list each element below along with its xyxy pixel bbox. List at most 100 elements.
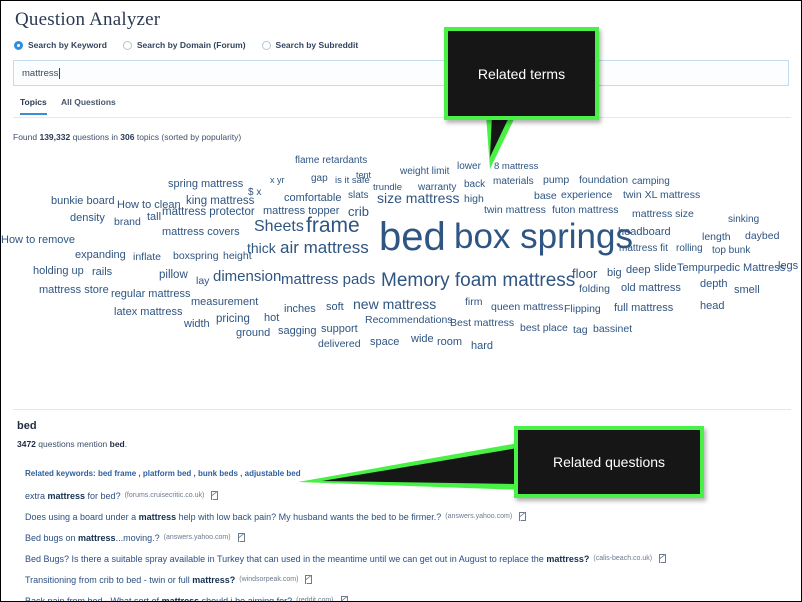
- word-cloud-term[interactable]: support: [321, 324, 358, 335]
- bookmark-icon[interactable]: [659, 554, 667, 563]
- radio-button-icon[interactable]: [122, 40, 132, 50]
- word-cloud-term[interactable]: mattress protector: [162, 206, 255, 219]
- word-cloud-term[interactable]: frame: [306, 215, 360, 236]
- word-cloud-term[interactable]: top bunk: [712, 246, 750, 256]
- search-mode-option-2[interactable]: Search by Subreddit: [261, 40, 358, 50]
- word-cloud-term[interactable]: camping: [632, 177, 670, 187]
- word-cloud-term[interactable]: daybed: [745, 231, 779, 242]
- word-cloud-term[interactable]: ground: [236, 328, 270, 339]
- word-cloud-term[interactable]: Sheets: [254, 219, 304, 235]
- word-cloud-term[interactable]: mattress store: [39, 285, 109, 296]
- word-cloud-term[interactable]: experience: [561, 190, 612, 201]
- word-cloud-term[interactable]: twin mattress: [484, 205, 546, 216]
- bookmark-icon[interactable]: [519, 512, 527, 521]
- word-cloud-term[interactable]: How to remove: [1, 235, 75, 246]
- word-cloud-term[interactable]: deep: [626, 265, 650, 276]
- word-cloud-term[interactable]: old mattress: [621, 283, 681, 294]
- word-cloud-term[interactable]: firm: [465, 297, 483, 308]
- word-cloud-term[interactable]: hard: [471, 341, 493, 352]
- word-cloud-term[interactable]: smell: [734, 285, 760, 296]
- word-cloud-term[interactable]: regular mattress: [111, 289, 190, 300]
- word-cloud-term[interactable]: boxspring: [173, 251, 219, 262]
- word-cloud-term[interactable]: latex mattress: [114, 307, 182, 318]
- tab-all-questions[interactable]: All Questions: [61, 97, 116, 113]
- word-cloud-term[interactable]: space: [370, 337, 399, 348]
- word-cloud-term[interactable]: futon mattress: [552, 205, 619, 216]
- word-cloud-term[interactable]: pump: [543, 175, 569, 186]
- word-cloud-term[interactable]: sinking: [728, 215, 759, 225]
- word-cloud-term[interactable]: tag: [573, 325, 588, 336]
- word-cloud-term[interactable]: full mattress: [614, 303, 673, 314]
- word-cloud-term[interactable]: gap: [311, 174, 328, 184]
- word-cloud-term[interactable]: delivered: [318, 339, 361, 350]
- word-cloud-term[interactable]: thick: [247, 241, 276, 255]
- word-cloud-term[interactable]: width: [184, 319, 210, 330]
- word-cloud-term[interactable]: base: [534, 191, 557, 202]
- related-keywords-line[interactable]: Related keywords: bed frame , platform b…: [25, 469, 301, 478]
- word-cloud-term[interactable]: Recommendations: [365, 315, 453, 326]
- word-cloud-term[interactable]: soft: [326, 302, 344, 313]
- word-cloud-term[interactable]: slide: [654, 263, 677, 274]
- word-cloud-term[interactable]: folding: [579, 284, 610, 295]
- question-list-item[interactable]: Bed bugs on mattress...moving.? (answers.…: [25, 527, 785, 548]
- word-cloud-term[interactable]: dimension: [213, 269, 281, 284]
- word-cloud-term[interactable]: hot: [264, 313, 279, 324]
- word-cloud-term[interactable]: slats: [348, 191, 369, 201]
- radio-button-icon[interactable]: [14, 40, 23, 50]
- word-cloud-term[interactable]: bassinet: [593, 324, 632, 335]
- word-cloud-term[interactable]: air mattress: [280, 239, 369, 256]
- word-cloud-term[interactable]: bunkie board: [51, 196, 115, 207]
- word-cloud-term[interactable]: wide: [411, 334, 434, 345]
- word-cloud-term[interactable]: mattress covers: [162, 227, 240, 238]
- bookmark-icon[interactable]: [237, 533, 245, 542]
- word-cloud-term[interactable]: mattress fit: [619, 244, 668, 254]
- bookmark-icon[interactable]: [305, 575, 313, 584]
- word-cloud-term[interactable]: pillow: [159, 269, 188, 282]
- word-cloud-term[interactable]: comfortable: [284, 193, 341, 204]
- word-cloud-term[interactable]: brand: [114, 217, 141, 228]
- bookmark-icon[interactable]: [211, 491, 219, 500]
- word-cloud-term[interactable]: mattress size: [632, 209, 694, 220]
- word-cloud-term[interactable]: inches: [284, 304, 316, 315]
- search-mode-option-1[interactable]: Search by Domain (Forum): [122, 40, 246, 50]
- word-cloud-term[interactable]: Flipping: [564, 304, 601, 315]
- word-cloud-term[interactable]: rails: [92, 267, 112, 278]
- word-cloud-term[interactable]: back: [464, 180, 485, 190]
- word-cloud-term[interactable]: Memory foam mattress: [381, 271, 575, 290]
- word-cloud-term[interactable]: mattress pads: [281, 272, 375, 287]
- bookmark-icon[interactable]: [340, 596, 348, 601]
- word-cloud-term[interactable]: tall: [147, 212, 161, 223]
- word-cloud-term[interactable]: lay: [196, 276, 209, 287]
- word-cloud-term[interactable]: Tempurpedic Mattress: [677, 263, 785, 274]
- word-cloud-term[interactable]: length: [702, 232, 731, 243]
- word-cloud-term[interactable]: box springs: [454, 219, 633, 254]
- question-list-item[interactable]: Bed Bugs? Is there a suitable spray avai…: [25, 548, 785, 569]
- word-cloud-term[interactable]: high: [464, 194, 484, 205]
- word-cloud-term[interactable]: Best mattress: [450, 318, 514, 329]
- word-cloud-term[interactable]: queen mattress: [491, 302, 563, 313]
- word-cloud-term[interactable]: size mattress: [377, 191, 459, 205]
- word-cloud-term[interactable]: materials: [493, 177, 534, 187]
- radio-button-icon[interactable]: [261, 40, 271, 50]
- word-cloud-term[interactable]: holding up: [33, 266, 84, 277]
- word-cloud-term[interactable]: new mattress: [353, 297, 436, 311]
- word-cloud-term[interactable]: foundation: [579, 175, 628, 186]
- question-list-item[interactable]: Does using a board under a mattress help…: [25, 506, 785, 527]
- word-cloud-term[interactable]: expanding: [75, 250, 126, 261]
- word-cloud-term[interactable]: sagging: [278, 326, 317, 337]
- word-cloud-term[interactable]: flame retardants: [295, 156, 367, 166]
- question-list-item[interactable]: Back pain from bed - What sort of mattre…: [25, 590, 785, 601]
- tab-topics[interactable]: Topics: [20, 97, 47, 115]
- word-cloud-term[interactable]: spring mattress: [168, 179, 243, 190]
- word-cloud-term[interactable]: best place: [520, 323, 568, 334]
- word-cloud-term[interactable]: weight limit: [400, 167, 449, 177]
- word-cloud-term[interactable]: floor: [572, 267, 597, 280]
- word-cloud-term[interactable]: x yr: [270, 176, 285, 185]
- word-cloud-term[interactable]: room: [437, 337, 462, 348]
- word-cloud-term[interactable]: big: [607, 268, 622, 279]
- word-cloud-term[interactable]: twin XL mattress: [623, 190, 700, 201]
- word-cloud-term[interactable]: rolling: [676, 244, 703, 254]
- question-list-item[interactable]: Transitioning from crib to bed - twin or…: [25, 569, 785, 590]
- word-cloud-term[interactable]: measurement: [191, 297, 258, 308]
- word-cloud-term[interactable]: density: [70, 213, 105, 224]
